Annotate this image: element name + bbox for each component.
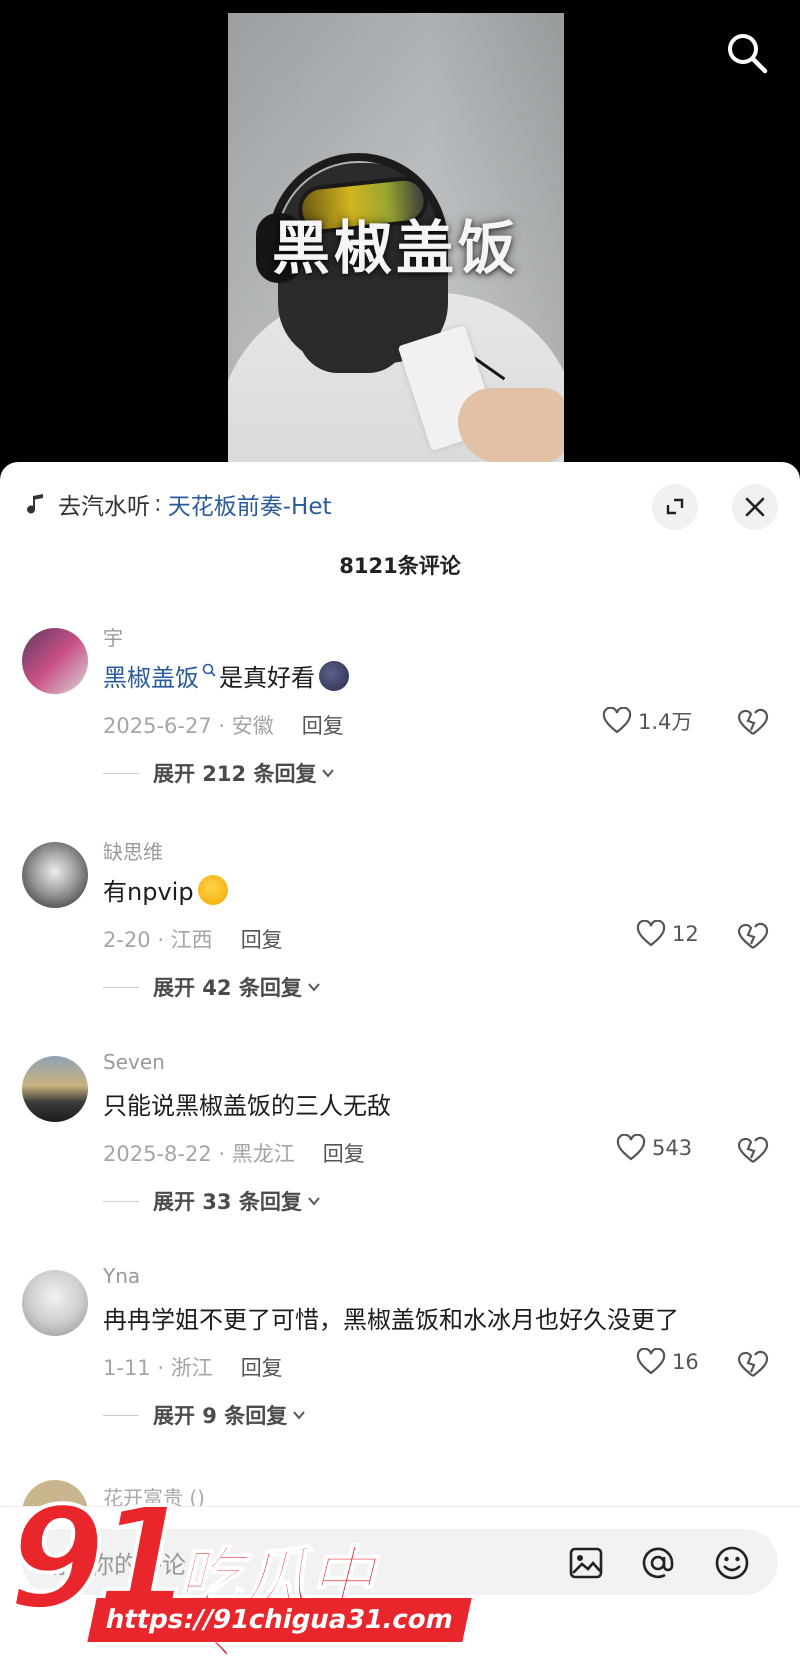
expand-icon [666,498,684,515]
avatar[interactable] [22,628,88,694]
like-button[interactable]: 16 [636,1348,699,1376]
heart-icon [602,707,632,734]
like-count: 1.4万 [638,710,693,734]
comment-text: 有npvip [103,872,228,907]
comment-text: 冉冉学姐不更了可惜，黑椒盖饭和水冰月也好久没更了 [103,1300,679,1335]
like-count: 16 [672,1350,699,1374]
video-hand [458,388,564,463]
laugh-cry-emoji-icon [197,874,228,905]
expand-replies-button[interactable]: 展开 33 条回复 [103,1186,322,1216]
comment-sheet: 去汽水听 : 天花板前奏-Het 8121条评论 宇 黑椒盖饭 是真好看 202… [0,462,800,1656]
expand-replies-label: 展开 42 条回复 [153,976,302,1000]
comment-item: 宇 黑椒盖饭 是真好看 2025-6-27 · 安徽 回复 1.4万 展开 21… [0,622,800,822]
dislike-icon[interactable] [736,1135,770,1165]
comment-meta: 2-20 · 江西 回复 [103,924,283,954]
comment-search-tag[interactable]: 黑椒盖饭 [103,658,199,693]
comment-body: 冉冉学姐不更了可惜，黑椒盖饭和水冰月也好久没更了 [103,1306,679,1334]
close-sheet-button[interactable] [732,484,778,530]
comment-date-location: 2025-8-22 · 黑龙江 [103,1142,295,1166]
tag-search-icon [202,663,216,677]
search-button[interactable] [724,30,770,76]
divider [103,1414,139,1416]
like-count: 543 [652,1136,693,1160]
close-icon [745,497,765,517]
avatar[interactable] [22,1270,88,1336]
expand-replies-button[interactable]: 展开 42 条回复 [103,972,322,1002]
comment-date-location: 2025-6-27 · 安徽 [103,714,274,738]
reply-button[interactable]: 回复 [302,710,344,740]
comment-meta: 1-11 · 浙江 回复 [103,1352,283,1382]
expand-replies-button[interactable]: 展开 9 条回复 [103,1400,307,1430]
like-button[interactable]: 12 [636,920,699,948]
dislike-icon[interactable] [736,1349,770,1379]
comment-date-location: 2-20 · 江西 [103,928,213,952]
like-button[interactable]: 1.4万 [602,706,692,736]
chevron-down-icon [308,1197,320,1206]
video-frame[interactable]: 黑椒盖饭 [228,13,564,480]
comment-item: 缺思维 有npvip 2-20 · 江西 回复 12 展开 42 条回复 [0,836,800,1036]
music-link[interactable]: 去汽水听 : 天花板前奏-Het [24,484,332,524]
comment-username[interactable]: Seven [103,1050,165,1074]
comment-body: 是真好看 [219,664,315,692]
comment-body: 只能说黑椒盖饭的三人无敌 [103,1092,391,1120]
music-song-title[interactable]: 天花板前奏-Het [168,487,332,521]
emoji-picker-icon[interactable] [712,1543,752,1583]
comment-meta: 2025-8-22 · 黑龙江 回复 [103,1138,365,1168]
divider [103,1200,139,1202]
music-note-icon [27,494,43,514]
comment-count: 8121条评论 [339,554,461,578]
comment-body: 有npvip [103,878,194,906]
divider [103,986,139,988]
video-player[interactable]: 黑椒盖饭 [0,0,800,480]
like-count: 12 [672,922,699,946]
reply-button[interactable]: 回复 [241,1352,283,1382]
comment-username[interactable]: Yna [103,1264,140,1288]
dislike-icon[interactable] [736,921,770,951]
comment-username[interactable]: 缺思维 [103,836,163,865]
expand-replies-label: 展开 33 条回复 [153,1190,302,1214]
reply-button[interactable]: 回复 [323,1138,365,1168]
watermark: 91 吃瓜中心 https://91chigua31.com [6,1488,472,1656]
chevron-down-icon [293,1411,306,1420]
mention-icon[interactable] [638,1543,678,1583]
comment-date-location: 1-11 · 浙江 [103,1356,213,1380]
comment-item: Seven 只能说黑椒盖饭的三人无敌 2025-8-22 · 黑龙江 回复 54… [0,1050,800,1250]
comment-item: Yna 冉冉学姐不更了可惜，黑椒盖饭和水冰月也好久没更了 1-11 · 浙江 回… [0,1264,800,1464]
expand-replies-button[interactable]: 展开 212 条回复 [103,758,336,788]
heart-icon [636,920,666,947]
chevron-down-icon [308,983,320,992]
heart-icon [616,1134,646,1161]
dislike-icon[interactable] [736,707,770,737]
heart-icon [636,1348,666,1375]
comment-username[interactable]: 宇 [103,622,123,651]
music-label: 去汽水听 [58,494,150,520]
search-icon [728,34,768,74]
expand-replies-label: 展开 9 条回复 [153,1404,288,1428]
video-figure-neck [298,313,408,373]
expand-replies-label: 展开 212 条回复 [153,762,317,786]
image-icon[interactable] [566,1543,606,1583]
chevron-down-icon [322,769,335,778]
expand-sheet-button[interactable] [652,484,698,530]
divider [103,772,139,774]
comment-meta: 2025-6-27 · 安徽 回复 [103,710,344,740]
comment-text: 黑椒盖饭 是真好看 [103,658,349,693]
avatar[interactable] [22,842,88,908]
music-separator: : [154,491,162,517]
reply-button[interactable]: 回复 [241,924,283,954]
like-button[interactable]: 543 [616,1134,692,1162]
video-overlay-title: 黑椒盖饭 [271,214,520,282]
emoji-icon [319,660,349,691]
avatar[interactable] [22,1056,88,1122]
comment-text: 只能说黑椒盖饭的三人无敌 [103,1086,391,1121]
watermark-url: https://91chigua31.com [87,1598,472,1642]
